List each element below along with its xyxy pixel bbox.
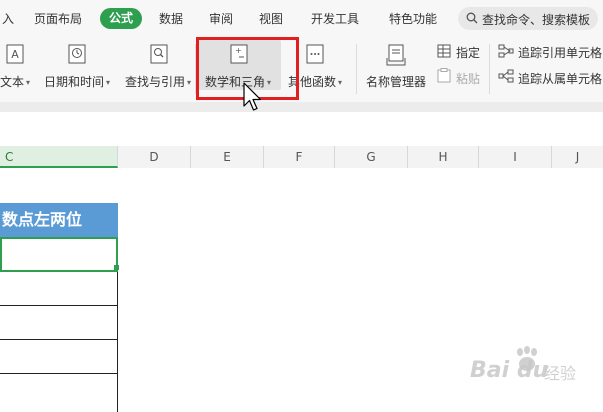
menu-review[interactable]: 审阅	[209, 10, 233, 27]
menu-insert[interactable]: 入	[2, 10, 14, 27]
dropdown-caret-icon: ▾	[187, 78, 192, 87]
search-icon	[466, 12, 478, 24]
menu-formula-active[interactable]: 公式	[100, 8, 142, 29]
svg-text:A: A	[11, 48, 19, 61]
table-grid-icon	[437, 44, 451, 58]
ribbon-divider	[356, 44, 357, 94]
menu-developer[interactable]: 开发工具	[311, 10, 359, 27]
text-functions-label: 文本	[0, 75, 25, 89]
paste-label: 粘贴	[456, 72, 481, 86]
table-header-cell[interactable]: 数点左两位	[0, 203, 118, 237]
more-functions-icon	[306, 44, 324, 64]
column-header-g[interactable]: G	[335, 146, 408, 168]
lookup-function-icon	[150, 44, 168, 64]
column-header-d[interactable]: D	[118, 146, 191, 168]
mouse-pointer-icon	[243, 82, 262, 111]
lookup-functions-label: 查找与引用	[125, 75, 186, 89]
clipboard-icon	[437, 68, 451, 83]
table-cell[interactable]	[0, 374, 118, 412]
column-header-j[interactable]: J	[552, 146, 603, 168]
name-manager-icon	[386, 44, 406, 66]
fill-handle[interactable]	[114, 265, 119, 270]
ribbon-divider	[489, 44, 490, 94]
watermark-brand: Bai du	[470, 358, 549, 383]
dropdown-caret-icon: ▾	[338, 78, 343, 87]
menu-page-layout[interactable]: 页面布局	[34, 10, 82, 27]
name-manager-label: 名称管理器	[366, 75, 427, 89]
search-command-box[interactable]: 查找命令、搜索模板	[458, 7, 598, 30]
trace-precedents-label: 追踪引用单元格	[518, 46, 603, 60]
specify-label: 指定	[456, 46, 481, 60]
trace-dependents-label: 追踪从属单元格	[518, 72, 603, 86]
menu-bar: 入 页面布局 公式 数据 审阅 视图 开发工具 特色功能 查找命令、搜索模板	[0, 0, 603, 36]
trace-precedents-icon	[498, 44, 514, 58]
column-header-row: C D E F G H I J	[0, 146, 603, 169]
text-function-icon: A	[6, 44, 24, 64]
formula-ribbon: A 文本 ▾ 日期和时间 ▾ 查找与引用 ▾ + 数学和三角 ▾ 其他函数 ▾ …	[0, 36, 603, 102]
selected-cell[interactable]	[0, 237, 118, 272]
dropdown-caret-icon: ▾	[26, 78, 31, 87]
datetime-functions-label: 日期和时间	[44, 75, 105, 89]
table-cell[interactable]	[0, 306, 118, 340]
clock-function-icon	[68, 44, 86, 64]
menu-data[interactable]: 数据	[159, 10, 183, 27]
table-cell[interactable]	[0, 340, 118, 374]
baidu-watermark: Bai du 经验	[452, 346, 592, 396]
ribbon-separator	[0, 102, 603, 112]
column-header-h[interactable]: H	[408, 146, 479, 168]
dropdown-caret-icon: ▾	[106, 78, 111, 87]
menu-features[interactable]: 特色功能	[389, 10, 437, 27]
table-cell[interactable]	[0, 272, 118, 306]
column-header-c[interactable]: C	[0, 146, 118, 168]
search-placeholder: 查找命令、搜索模板	[482, 13, 591, 27]
formula-bar-area[interactable]	[0, 112, 603, 147]
menu-view[interactable]: 视图	[259, 10, 283, 27]
trace-dependents-icon	[498, 69, 514, 83]
column-header-e[interactable]: E	[191, 146, 264, 168]
column-header-i[interactable]: I	[479, 146, 552, 168]
column-header-f[interactable]: F	[264, 146, 335, 168]
watermark-sub: 经验	[544, 364, 577, 383]
